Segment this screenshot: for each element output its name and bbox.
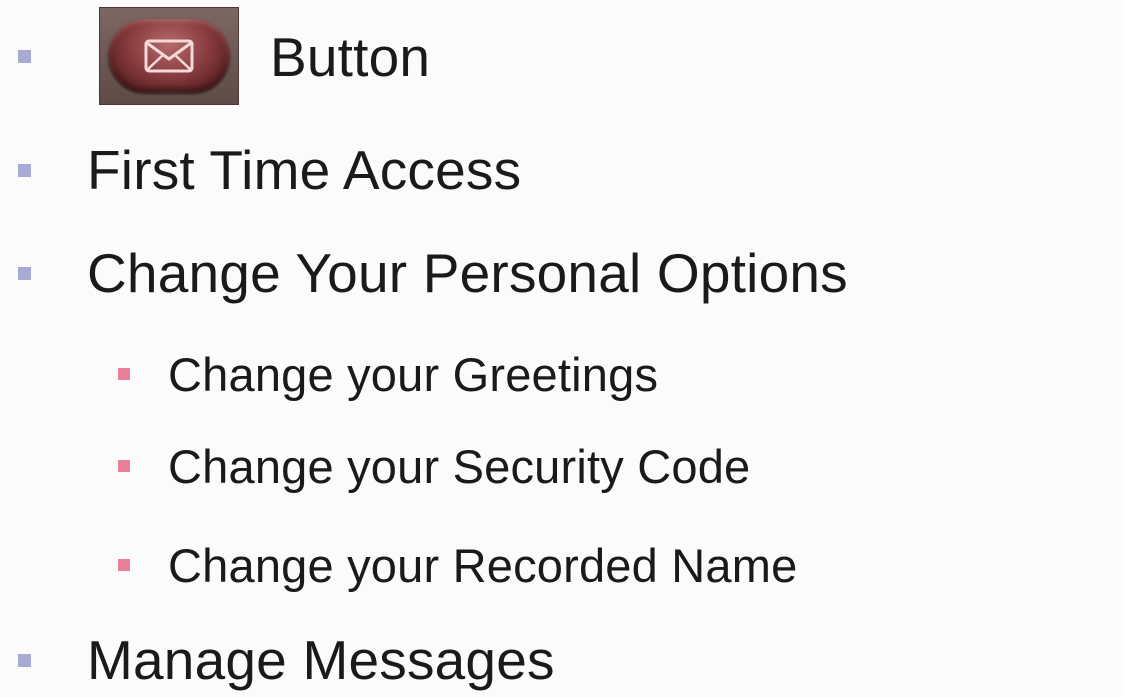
bullet-marker bbox=[18, 163, 31, 177]
sub-bullet-marker bbox=[118, 460, 130, 472]
item-text: Change your Recorded Name bbox=[168, 538, 798, 592]
sub-bullet-marker bbox=[118, 368, 130, 380]
sub-bullet-marker bbox=[118, 559, 130, 571]
bullet-marker bbox=[18, 49, 31, 63]
bullet-item-manage-messages: Manage Messages bbox=[18, 627, 555, 693]
bullet-item-button bbox=[18, 26, 31, 86]
item-text: First Time Access bbox=[87, 139, 522, 201]
item-text: Change your Security Code bbox=[168, 439, 751, 493]
item-text: Button bbox=[270, 26, 431, 88]
sub-bullet-item-recorded-name: Change your Recorded Name bbox=[118, 536, 797, 594]
bullet-item-change-personal-options: Change Your Personal Options bbox=[18, 240, 848, 306]
bullet-marker bbox=[18, 266, 31, 280]
sub-bullet-item-security-code: Change your Security Code bbox=[118, 437, 750, 495]
envelope-icon bbox=[144, 39, 194, 73]
bullet-marker bbox=[18, 653, 31, 667]
item-text: Manage Messages bbox=[87, 629, 555, 691]
sub-bullet-item-greetings: Change your Greetings bbox=[118, 345, 658, 403]
item-text: Change Your Personal Options bbox=[87, 242, 848, 304]
bullet-text-button: Button bbox=[270, 24, 430, 90]
slide: Button First Time Access Change Your Per… bbox=[0, 0, 1124, 697]
bullet-item-first-time-access: First Time Access bbox=[18, 137, 521, 203]
mail-button-pill[interactable] bbox=[108, 19, 230, 93]
item-text: Change your Greetings bbox=[168, 347, 659, 401]
mail-button-image[interactable] bbox=[99, 7, 239, 105]
